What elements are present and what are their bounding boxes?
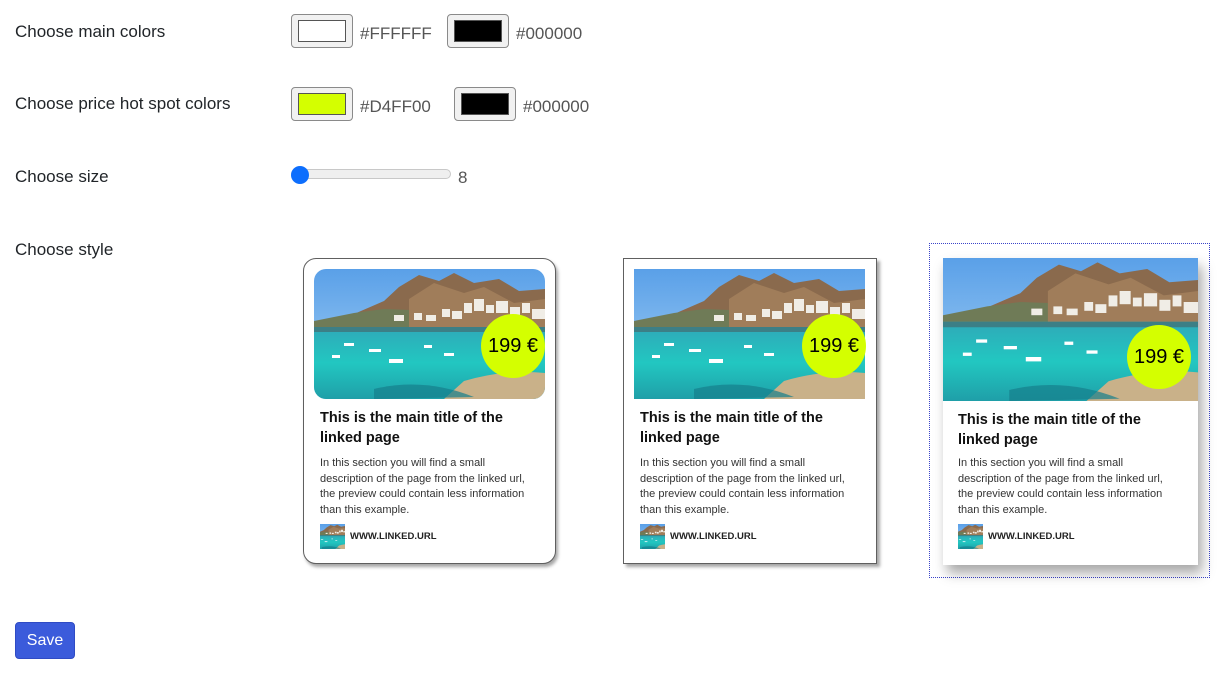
card-title: This is the main title of the linked pag… [640,410,823,446]
main-color-primary-group: #FFFFFF [291,14,432,48]
color-fill [298,93,346,115]
preview-card: 199 € This is the main title of the link… [943,258,1198,565]
save-button[interactable]: Save [15,622,75,659]
price-color-background-hex: #D4FF00 [360,97,431,116]
main-color-primary-picker[interactable] [291,14,353,48]
card-url-row: WWW.LINKED.URL [640,524,757,549]
color-fill [454,20,502,42]
main-color-secondary-hex: #000000 [516,24,583,43]
price-hotspot: 199 € [1127,325,1191,389]
card-url-row: WWW.LINKED.URL [958,524,1075,549]
card-title: This is the main title of the linked pag… [958,412,1141,448]
price-color-background-group: #D4FF00 [291,87,431,121]
price-hotspot: 199 € [802,314,866,378]
favicon-icon [640,524,665,549]
favicon-icon [320,524,345,549]
card-url: WWW.LINKED.URL [988,531,1075,542]
main-color-secondary-picker[interactable] [447,14,509,48]
size-slider-track[interactable] [291,169,451,179]
card-url-row: WWW.LINKED.URL [320,524,437,549]
card-url: WWW.LINKED.URL [350,531,437,542]
card-description: In this section you will find a small de… [958,457,1163,516]
style-option-square[interactable]: 199 € This is the main title of the link… [623,258,877,564]
favicon-icon [958,524,983,549]
style-option-shadow[interactable]: 199 € This is the main title of the link… [929,243,1210,578]
card-title: This is the main title of the linked pag… [320,410,503,446]
style-label: Choose style [15,240,114,259]
price-color-text-picker[interactable] [454,87,516,121]
main-color-secondary-group: #000000 [447,14,582,48]
size-slider[interactable] [291,166,453,184]
size-value: 8 [458,168,468,187]
size-slider-thumb[interactable] [291,166,309,184]
size-label: Choose size [15,167,109,186]
main-colors-label: Choose main colors [15,22,166,41]
price-hotspot: 199 € [481,314,545,378]
price-color-text-group: #000000 [454,87,589,121]
card-description: In this section you will find a small de… [640,457,845,516]
style-option-rounded[interactable]: 199 € This is the main title of the link… [303,258,556,564]
color-fill [461,93,509,115]
price-colors-label: Choose price hot spot colors [15,94,231,113]
preview-card: 199 € This is the main title of the link… [623,258,877,564]
color-fill [298,20,346,42]
price-color-text-hex: #000000 [523,97,590,116]
main-color-primary-hex: #FFFFFF [360,24,432,43]
price-color-background-picker[interactable] [291,87,353,121]
card-description: In this section you will find a small de… [320,457,525,516]
preview-card: 199 € This is the main title of the link… [303,258,556,564]
card-url: WWW.LINKED.URL [670,531,757,542]
